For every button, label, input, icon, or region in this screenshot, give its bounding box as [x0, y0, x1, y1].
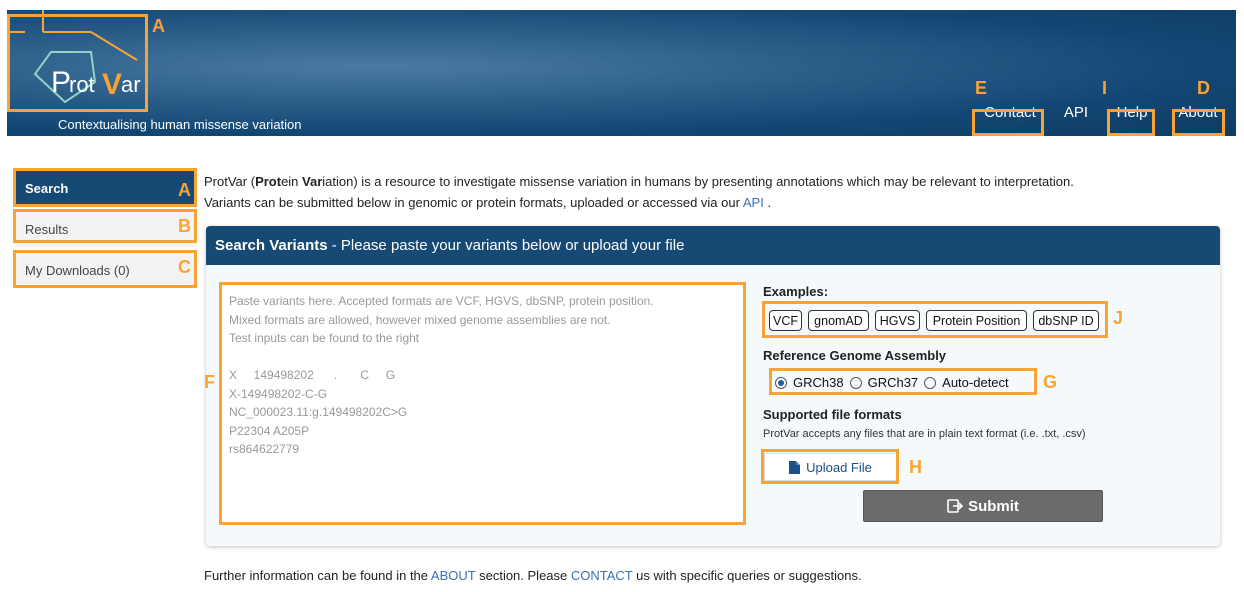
annotation-box-textarea	[219, 282, 746, 525]
annotation-label: C	[178, 257, 191, 277]
annotation-box-results	[13, 209, 197, 243]
tagline: Contextualising human missense variation	[58, 117, 302, 132]
annotation-label: H	[909, 457, 922, 477]
annotation-box-assembly	[769, 368, 1037, 395]
intro-text-part: ein	[281, 174, 303, 189]
intro-bold: Var	[302, 174, 323, 189]
footer-text: Further information can be found in the …	[204, 568, 862, 583]
annotation-label: A	[152, 16, 165, 36]
intro-bold: Prot	[255, 174, 282, 189]
footer-text-part: section. Please	[475, 568, 571, 583]
annotation-box-search	[13, 168, 197, 207]
contact-link[interactable]: CONTACT	[571, 568, 633, 583]
formats-label: Supported file formats	[763, 407, 902, 422]
annotation-box-contact	[972, 109, 1044, 136]
sign-in-icon	[947, 499, 964, 513]
annotation-label: A	[178, 180, 191, 200]
annotation-label: B	[178, 216, 191, 236]
panel-header: Search Variants - Please paste your vari…	[206, 226, 1220, 265]
examples-label: Examples:	[763, 284, 829, 299]
intro-text-part: iation) is a resource to investigate mis…	[322, 174, 1074, 189]
about-link[interactable]: ABOUT	[431, 568, 476, 583]
annotation-label: E	[975, 78, 988, 98]
annotation-label: I	[1102, 78, 1108, 98]
annotation-box-upload	[761, 449, 899, 484]
annotation-box-help	[1107, 109, 1155, 136]
footer-text-part: us with specific queries or suggestions.	[632, 568, 862, 583]
nav-api[interactable]: API	[1058, 102, 1094, 124]
intro-text-part: Variants can be submitted below in genom…	[204, 195, 740, 210]
footer-text-part: Further information can be found in the	[204, 568, 431, 583]
intro-text: ProtVar (Protein Variation) is a resourc…	[204, 171, 1074, 213]
assembly-label: Reference Genome Assembly	[763, 348, 947, 363]
annotation-box-logo	[7, 14, 148, 112]
formats-description: ProtVar accepts any files that are in pl…	[763, 428, 1086, 440]
annotation-box-examples	[762, 301, 1108, 338]
submit-label: Submit	[968, 497, 1019, 515]
annotation-label: F	[204, 372, 215, 392]
panel-title: Search Variants	[215, 237, 328, 254]
api-link[interactable]: API	[743, 195, 764, 210]
intro-text-part: ProtVar (	[204, 174, 256, 189]
panel-subtitle: - Please paste your variants below or up…	[327, 237, 685, 254]
annotation-box-about	[1172, 109, 1225, 136]
site-header: P rot V ar Contextualising human missens…	[7, 10, 1236, 136]
annotation-label: G	[1043, 372, 1058, 392]
intro-text-part: .	[763, 195, 772, 210]
annotation-box-downloads	[13, 250, 197, 288]
submit-button[interactable]: Submit	[863, 490, 1103, 522]
annotation-label: J	[1113, 308, 1124, 328]
annotation-label: D	[1197, 78, 1210, 98]
